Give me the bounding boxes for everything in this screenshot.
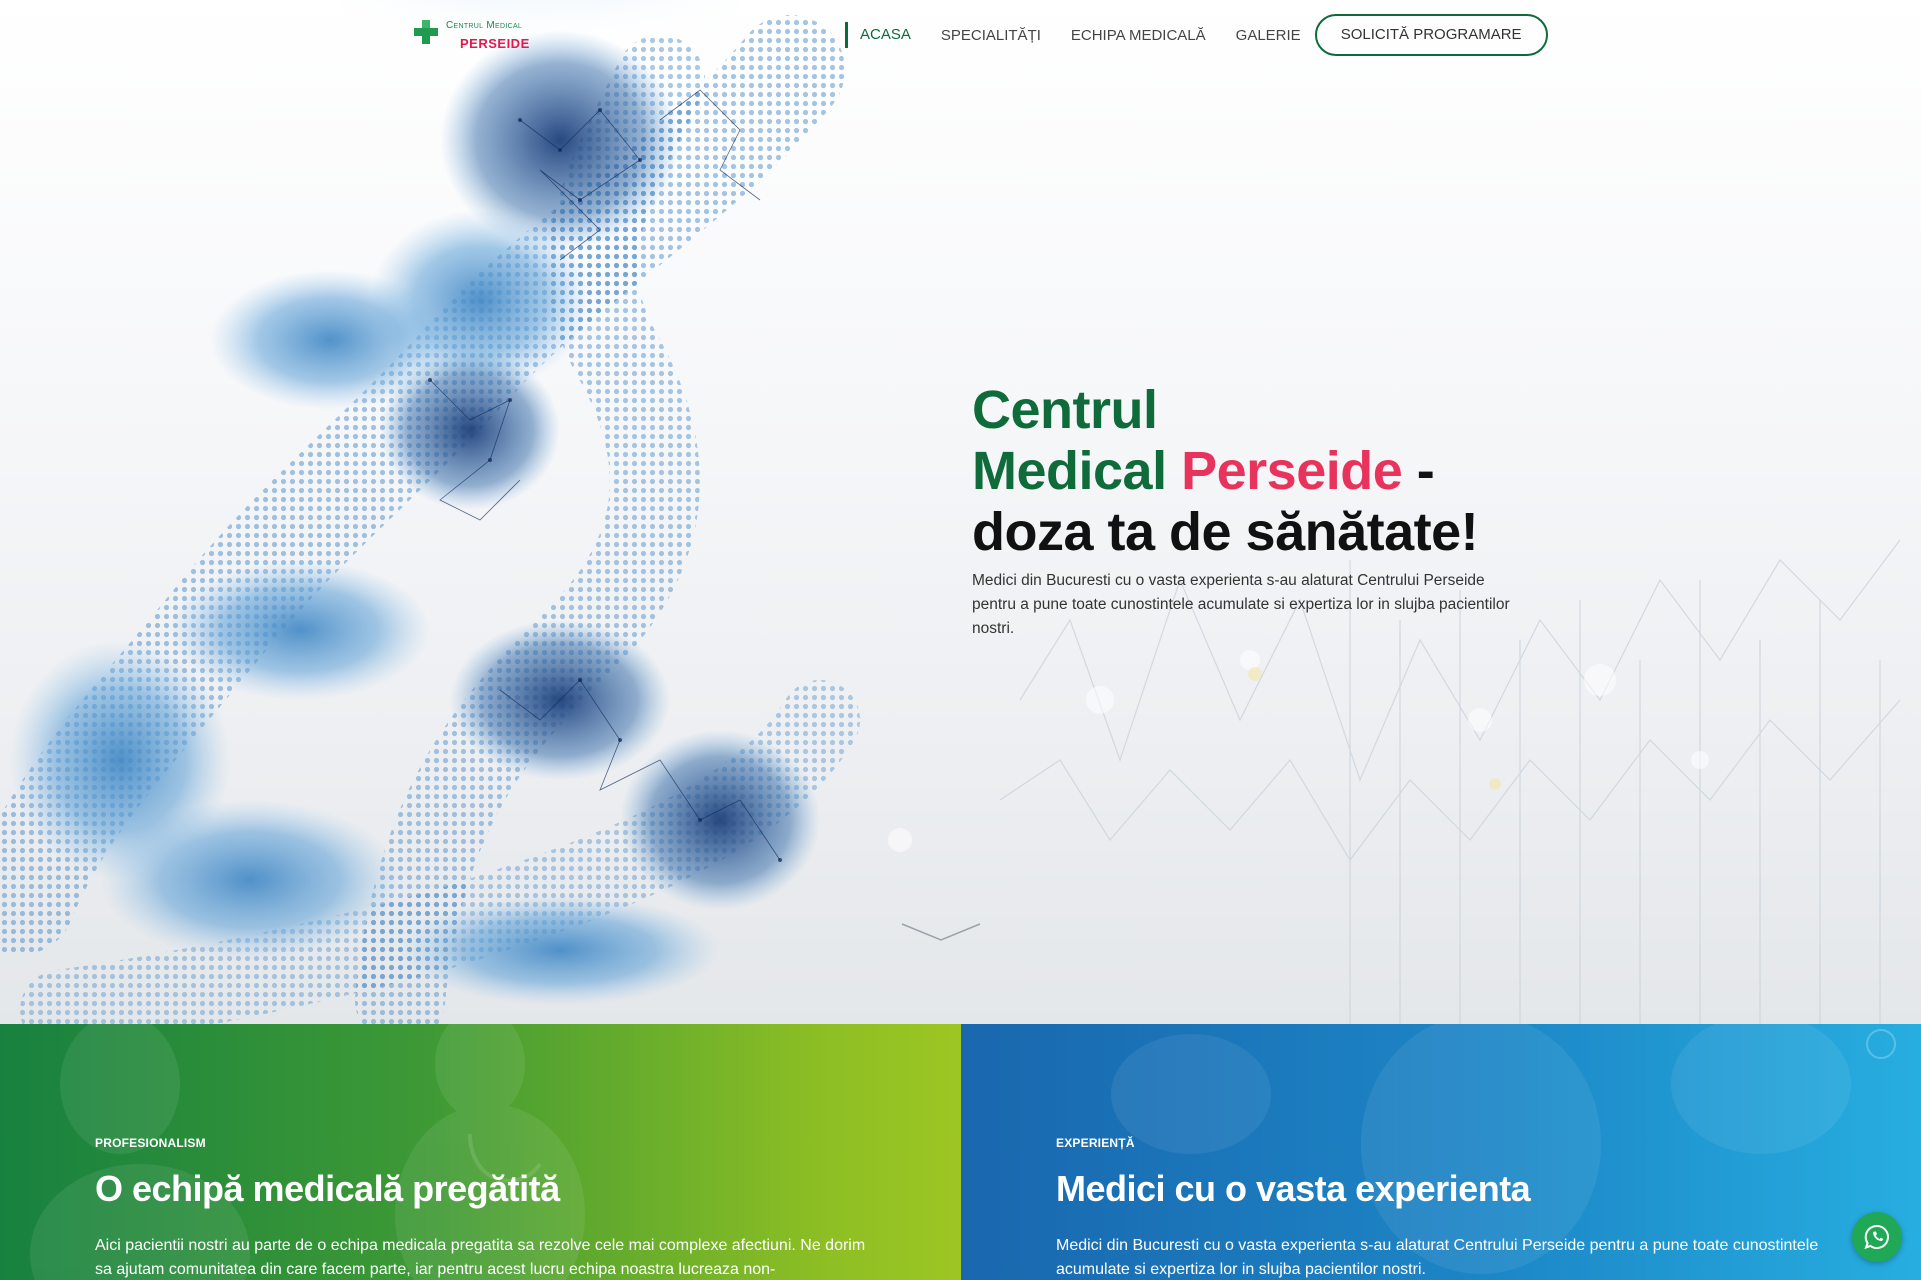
site-logo[interactable]: Centrul Medical PERSEIDE [410, 16, 560, 56]
chevron-down-icon[interactable] [900, 920, 982, 944]
feature-panel-experience: EXPERIENȚĂ Medici cu o vasta experienta … [961, 1024, 1921, 1280]
hero-title: Centrul Medical Perseide - doza ta de să… [972, 380, 1532, 563]
panel-text: Aici pacientii nostri au parte de o echi… [95, 1237, 866, 1278]
hero-title-centrul: Centrul [972, 380, 1158, 440]
panel-kicker: PROFESIONALISM [95, 1136, 206, 1150]
hero-title-dash: - [1402, 441, 1435, 501]
nav-item-specialitati[interactable]: SPECIALITĂȚI [941, 27, 1041, 44]
panel-kicker: EXPERIENȚĂ [1056, 1136, 1135, 1150]
hero-title-medical: Medical [972, 441, 1167, 501]
site-header: Centrul Medical PERSEIDE ACASA SPECIALIT… [0, 0, 1921, 70]
hero-description: Medici din Bucuresti cu o vasta experien… [972, 572, 1510, 637]
hero-content: Centrul Medical Perseide - doza ta de să… [972, 380, 1532, 641]
main-navigation: ACASA SPECIALITĂȚI ECHIPA MEDICALĂ GALER… [845, 14, 1548, 56]
panel-content: PROFESIONALISM O echipă medicală pregăti… [95, 1136, 895, 1280]
feature-panel-professionalism: PROFESIONALISM O echipă medicală pregăti… [0, 1024, 961, 1280]
whatsapp-chat-button[interactable] [1852, 1212, 1902, 1262]
panel-title: O echipă medicală pregătită [95, 1168, 560, 1209]
nav-item-acasa[interactable]: ACASA [845, 22, 911, 48]
logo-text-secondary: PERSEIDE [460, 36, 530, 51]
dna-helix-illustration [0, 0, 1901, 1024]
panel-title: Medici cu o vasta experienta [1056, 1168, 1531, 1209]
nav-item-echipa-medicala[interactable]: ECHIPA MEDICALĂ [1071, 27, 1206, 44]
panel-text: Medici din Bucuresti cu o vasta experien… [1056, 1237, 1819, 1278]
logo-text-primary: Centrul Medical [446, 20, 523, 31]
hero-title-perseide: Perseide [1181, 441, 1403, 501]
whatsapp-icon [1864, 1224, 1889, 1250]
hero-title-tagline: doza ta de sănătate! [972, 502, 1479, 562]
nav-item-galerie[interactable]: GALERIE [1236, 27, 1301, 44]
medical-cross-icon [414, 20, 438, 44]
panel-content: EXPERIENȚĂ Medici cu o vasta experienta … [1056, 1136, 1856, 1280]
hero-section: Centrul Medical PERSEIDE ACASA SPECIALIT… [0, 0, 1921, 1024]
book-appointment-button[interactable]: SOLICITĂ PROGRAMARE [1314, 14, 1548, 56]
